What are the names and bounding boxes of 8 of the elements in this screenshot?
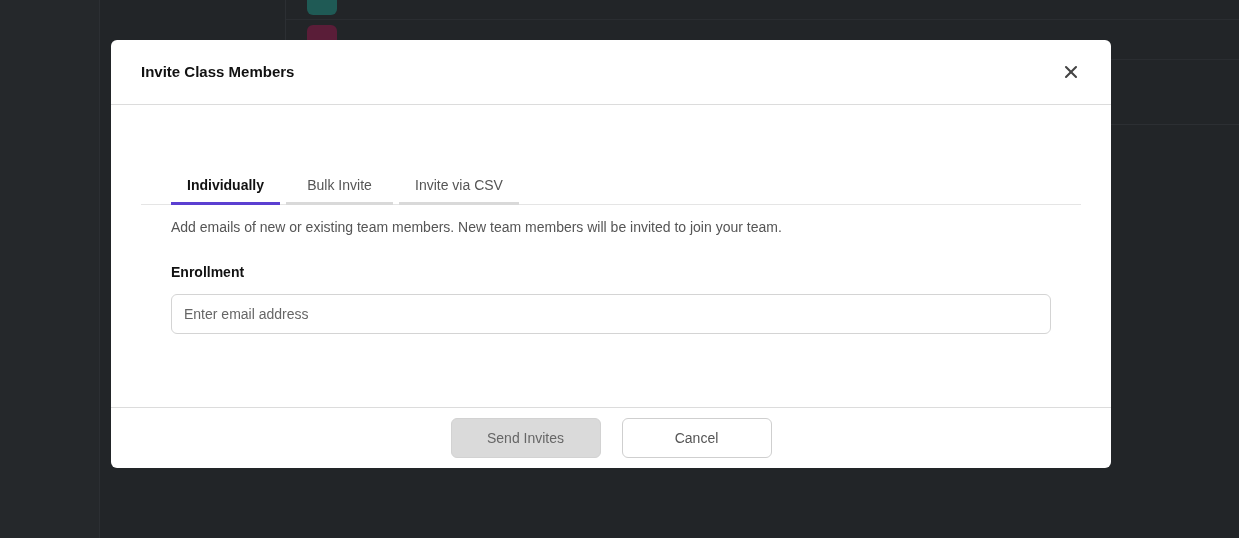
cancel-button[interactable]: Cancel [621, 418, 772, 458]
tab[interactable]: Bulk Invite [286, 168, 393, 205]
tab[interactable]: Invite via CSV [399, 168, 519, 205]
tab[interactable]: Individually [171, 168, 280, 205]
email-field[interactable]: Enter email address [171, 294, 1051, 334]
description-text: Add emails of new or existing team members. New team members will be invited to join your team. [170, 218, 783, 237]
field-label: Enrollment [171, 263, 245, 282]
dialog-title: Invite Class Members [141, 61, 295, 82]
